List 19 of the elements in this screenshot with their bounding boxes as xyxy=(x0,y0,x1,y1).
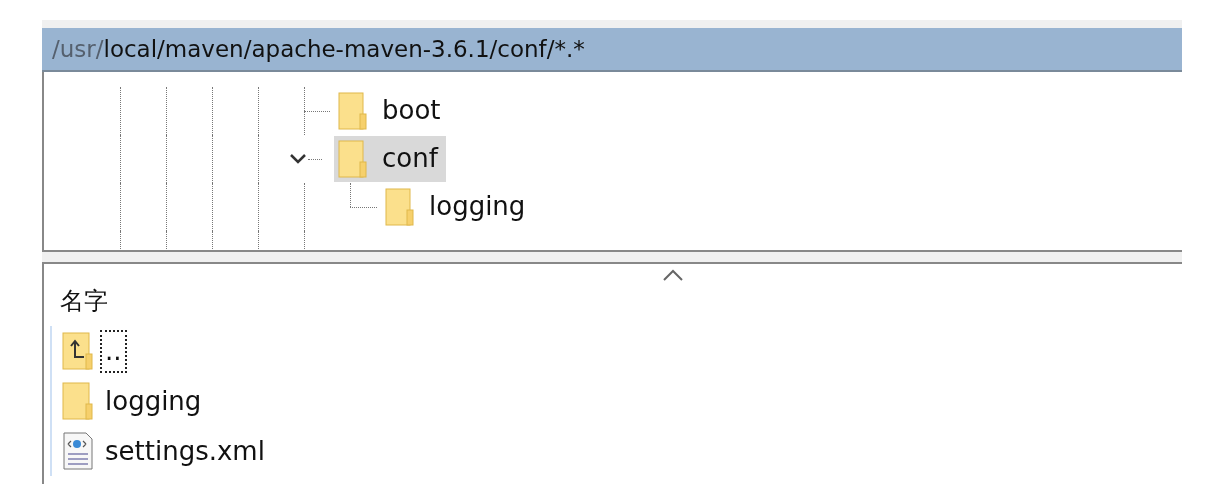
parent-folder-icon xyxy=(62,332,94,370)
xml-file-icon xyxy=(62,432,94,470)
folder-icon xyxy=(62,382,94,420)
tree-item[interactable]: logging xyxy=(381,184,534,230)
path-text: local/maven/apache-maven-3.6.1/conf/*.* xyxy=(103,34,585,64)
file-name: .. xyxy=(100,329,127,373)
file-row[interactable]: settings.xml xyxy=(52,426,1182,476)
tree-item[interactable]: conf xyxy=(334,136,446,182)
file-row[interactable]: .. xyxy=(52,326,1182,376)
folder-icon xyxy=(385,188,415,226)
file-name: logging xyxy=(104,384,203,418)
path-bar[interactable]: /usr/local/maven/apache-maven-3.6.1/conf/*.* xyxy=(42,28,1182,72)
path-text-dim: /usr/ xyxy=(52,34,104,64)
column-header[interactable]: 名字 xyxy=(60,283,108,319)
folder-icon xyxy=(338,92,368,130)
tree-item[interactable]: boot xyxy=(334,88,449,134)
folder-icon xyxy=(338,140,368,178)
file-name: settings.xml xyxy=(104,434,266,468)
file-row[interactable]: logging xyxy=(52,376,1182,426)
